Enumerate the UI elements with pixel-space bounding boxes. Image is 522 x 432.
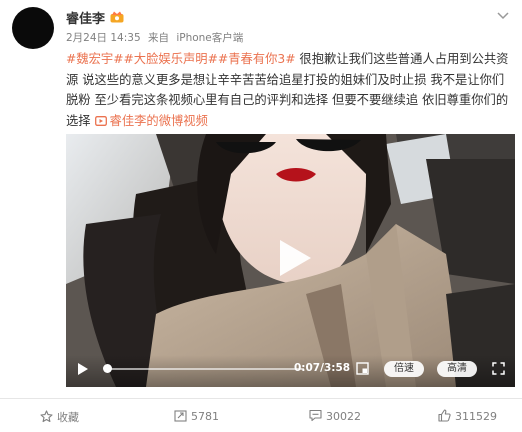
star-icon bbox=[40, 410, 53, 423]
action-bar: 收藏 5781 30022 311529 bbox=[0, 398, 522, 432]
chevron-down-icon[interactable] bbox=[497, 12, 509, 20]
quality-button[interactable]: 高清 bbox=[437, 361, 477, 377]
video-player[interactable]: 0:07/3:58 倍速 高清 bbox=[66, 134, 515, 387]
username[interactable]: 睿佳李 bbox=[66, 8, 105, 27]
progress-knob[interactable] bbox=[103, 364, 112, 373]
vip-crown-icon bbox=[110, 11, 124, 23]
video-link-label: 睿佳李的微博视频 bbox=[109, 113, 208, 128]
mini-window-icon[interactable] bbox=[356, 362, 369, 375]
video-link[interactable]: 睿佳李的微博视频 bbox=[94, 113, 208, 128]
video-link-icon bbox=[94, 115, 107, 126]
repost-button[interactable]: 5781 bbox=[174, 409, 219, 423]
play-icon[interactable] bbox=[271, 236, 315, 280]
fullscreen-icon[interactable] bbox=[492, 362, 505, 375]
post-meta: 2月24日 14:35 来自 iPhone客户端 bbox=[66, 30, 247, 45]
post-text: #魏宏宇##大脸娱乐声明##青春有你3# 很抱歉让我们这些普通人占用到公共资源 … bbox=[66, 49, 512, 131]
like-button[interactable]: 311529 bbox=[438, 409, 497, 423]
post-hashtags[interactable]: #魏宏宇##大脸娱乐声明##青春有你3# bbox=[66, 52, 296, 66]
comment-count: 30022 bbox=[326, 410, 361, 423]
speed-button[interactable]: 倍速 bbox=[384, 361, 424, 377]
post-source: iPhone客户端 bbox=[176, 32, 244, 44]
avatar[interactable] bbox=[12, 7, 54, 49]
repost-icon bbox=[174, 410, 187, 422]
video-time: 0:07/3:58 bbox=[294, 362, 351, 374]
play-small-icon[interactable] bbox=[77, 362, 89, 376]
repost-count: 5781 bbox=[191, 410, 219, 423]
favorite-label: 收藏 bbox=[57, 411, 79, 424]
progress-track[interactable] bbox=[104, 368, 304, 370]
weibo-post-card: 睿佳李 2月24日 14:35 来自 iPhone客户端 #魏宏宇##大脸娱乐声… bbox=[0, 0, 522, 432]
comment-button[interactable]: 30022 bbox=[309, 409, 361, 423]
post-date[interactable]: 2月24日 14:35 bbox=[66, 32, 141, 44]
like-icon bbox=[438, 409, 451, 422]
source-prefix: 来自 bbox=[147, 32, 169, 44]
comment-icon bbox=[309, 409, 322, 422]
favorite-button[interactable]: 收藏 bbox=[40, 409, 79, 425]
like-count: 311529 bbox=[455, 410, 497, 423]
